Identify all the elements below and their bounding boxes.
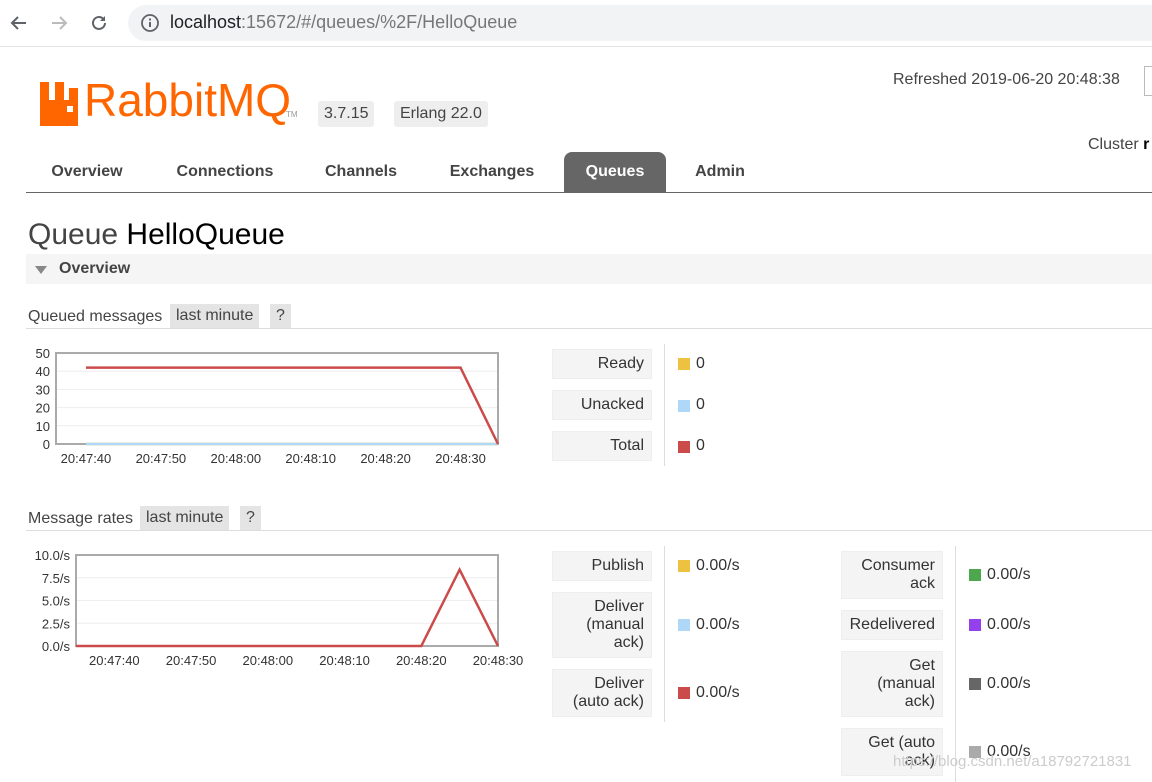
- url-text[interactable]: localhost:15672/#/queues/%2F/HelloQueue: [170, 12, 517, 33]
- queued-chart-x-tick: 20:47:40: [61, 451, 112, 466]
- deliver-auto-value: 0.00/s: [696, 684, 740, 701]
- rates-chart-y-tick: 7.5/s: [42, 571, 71, 586]
- queued-chart-y-tick: 10: [36, 419, 50, 434]
- reload-icon[interactable]: [84, 8, 114, 38]
- address-bar[interactable]: localhost:15672/#/queues/%2F/HelloQueue: [128, 5, 1152, 41]
- rates-range-selector[interactable]: last minute: [140, 506, 230, 530]
- tab-exchanges[interactable]: Exchanges: [430, 152, 554, 192]
- back-arrow-icon[interactable]: [4, 8, 34, 38]
- publish-color-swatch: [678, 560, 690, 572]
- rates-chart-svg: 10.0/s 7.5/s 5.0/s 2.5/s 0.0/s 20:47:40 20:47:…: [35, 548, 524, 668]
- legend-label-get-manual: Get (manual ack): [841, 651, 943, 717]
- deliver-auto-color-swatch: [678, 687, 690, 699]
- tab-channels[interactable]: Channels: [308, 152, 414, 192]
- rates-chart-y-tick: 0.0/s: [42, 639, 71, 654]
- queued-chart-svg: 50 40 30 20 10 0 20:47:40 20:47:50 20:48:00 20:48…: [36, 346, 500, 466]
- total-color-swatch: [678, 441, 690, 453]
- rates-chart-x-tick: 20:47:40: [89, 653, 140, 668]
- tab-admin[interactable]: Admin: [680, 152, 760, 192]
- rates-chart-x-tick: 20:48:00: [243, 653, 294, 668]
- queued-messages-header: Queued messages last minute ?: [26, 302, 1152, 329]
- rates-help-button[interactable]: ?: [240, 506, 261, 530]
- queued-chart-x-tick: 20:48:30: [435, 451, 486, 466]
- message-rates-title: Message rates: [28, 510, 133, 527]
- queued-help-button[interactable]: ?: [270, 304, 291, 328]
- legend-label-total: Total: [552, 431, 652, 461]
- logo-wordmark: RabbitMQ: [84, 74, 292, 126]
- queued-chart-series-total: [86, 366, 500, 445]
- legend-label-unacked: Unacked: [552, 390, 652, 420]
- url-path: :15672/#/queues/%2F/HelloQueue: [241, 12, 518, 32]
- queued-messages-title: Queued messages: [28, 308, 163, 325]
- queued-messages-chart: 50 40 30 20 10 0 20:47:40 20:47:50 20:48:00 20:48…: [26, 345, 506, 473]
- unacked-color-swatch: [678, 400, 690, 412]
- queued-chart-x-tick: 20:48:10: [285, 451, 336, 466]
- queued-chart-y-tick: 50: [36, 346, 50, 361]
- rates-chart-x-tick: 20:47:50: [166, 653, 217, 668]
- erlang-badge: Erlang 22.0: [394, 101, 488, 127]
- queue-name: HelloQueue: [126, 218, 285, 251]
- message-rates-chart: 10.0/s 7.5/s 5.0/s 2.5/s 0.0/s 20:47:40 20:47:…: [26, 545, 534, 673]
- queued-chart-x-tick: 20:48:20: [360, 451, 411, 466]
- queued-chart-y-tick: 0: [43, 437, 50, 452]
- redelivered-value: 0.00/s: [987, 616, 1031, 633]
- overview-section-toggle[interactable]: Overview: [26, 254, 1152, 284]
- ready-value: 0: [696, 355, 705, 372]
- cluster-label: Cluster: [1088, 136, 1139, 153]
- legend-label-deliver-manual: Deliver (manual ack): [552, 592, 652, 658]
- tab-queues[interactable]: Queues: [564, 152, 666, 192]
- tab-connections[interactable]: Connections: [160, 152, 290, 192]
- deliver-manual-value: 0.00/s: [696, 616, 740, 633]
- message-rates-header: Message rates last minute ?: [26, 504, 1152, 531]
- collapse-triangle-icon: [35, 266, 47, 274]
- rates-chart-series-deliver-auto-ack: [76, 566, 500, 648]
- url-host: localhost: [170, 12, 242, 32]
- page-title: Queue HelloQueue: [28, 218, 285, 252]
- legend-divider: [664, 344, 665, 466]
- section-title: Overview: [59, 260, 131, 277]
- rates-chart-x-tick: 20:48:20: [396, 653, 447, 668]
- browser-toolbar: localhost:15672/#/queues/%2F/HelloQueue: [0, 0, 1152, 47]
- get-manual-value: 0.00/s: [987, 675, 1031, 692]
- refresh-interval-select[interactable]: [1144, 66, 1152, 96]
- rates-chart-y-tick: 2.5/s: [42, 616, 71, 631]
- rates-chart-x-tick: 20:48:10: [319, 653, 370, 668]
- rates-chart-y-tick: 10.0/s: [35, 548, 71, 563]
- legend-label-deliver-auto: Deliver (auto ack): [552, 669, 652, 717]
- rates-chart-y-tick: 5.0/s: [42, 594, 71, 609]
- watermark: https://blog.csdn.net/a18792721831: [893, 753, 1132, 770]
- unacked-value: 0: [696, 396, 705, 413]
- ready-color-swatch: [678, 358, 690, 370]
- queued-chart-y-tick: 20: [36, 401, 50, 416]
- forward-arrow-icon[interactable]: [44, 8, 74, 38]
- rabbitmq-logo-icon[interactable]: [40, 80, 80, 128]
- legend-label-redelivered: Redelivered: [841, 610, 943, 640]
- queued-range-selector[interactable]: last minute: [170, 304, 260, 328]
- cluster-name: r: [1143, 136, 1150, 153]
- legend-label-ready: Ready: [552, 349, 652, 379]
- logo-trademark: TM: [286, 110, 298, 119]
- queued-chart-y-tick: 30: [36, 382, 50, 397]
- version-badge: 3.7.15: [318, 101, 375, 127]
- main-tabs: Overview Connections Channels Exchanges …: [26, 152, 1152, 193]
- legend-label-publish: Publish: [552, 551, 652, 581]
- queued-chart-x-tick: 20:48:00: [210, 451, 261, 466]
- legend-divider: [664, 546, 665, 722]
- consumer-ack-value: 0.00/s: [987, 566, 1031, 583]
- refreshed-timestamp: Refreshed 2019-06-20 20:48:38: [893, 71, 1120, 88]
- legend-divider: [955, 546, 956, 782]
- rates-chart-x-tick: 20:48:30: [473, 653, 524, 668]
- queued-chart-x-tick: 20:47:50: [136, 451, 187, 466]
- queued-chart-y-tick: 40: [36, 364, 50, 379]
- legend-label-consumer-ack: Consumer ack: [841, 551, 943, 599]
- page-title-prefix: Queue: [28, 218, 119, 251]
- tab-overview[interactable]: Overview: [26, 152, 148, 192]
- publish-value: 0.00/s: [696, 557, 740, 574]
- total-value: 0: [696, 437, 705, 454]
- deliver-manual-color-swatch: [678, 619, 690, 631]
- info-icon[interactable]: [140, 13, 160, 38]
- consumer-ack-color-swatch: [969, 569, 981, 581]
- get-manual-color-swatch: [969, 678, 981, 690]
- redelivered-color-swatch: [969, 619, 981, 631]
